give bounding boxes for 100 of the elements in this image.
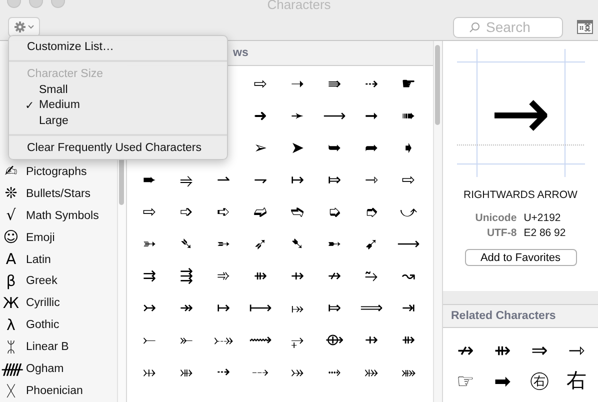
character-cell[interactable]: ⤻ xyxy=(390,195,427,227)
character-cell[interactable]: ⇾ xyxy=(558,334,595,365)
category-item[interactable]: Cyrillic xyxy=(26,297,60,310)
character-cell[interactable]: ⤚ xyxy=(131,323,168,355)
character-cell[interactable]: ⥤ xyxy=(168,163,205,195)
character-cell[interactable]: ➢ xyxy=(242,131,279,163)
character-cell[interactable]: ⤕ xyxy=(168,355,205,387)
character-cell[interactable]: ↦ xyxy=(205,291,242,323)
gear-menu-button[interactable] xyxy=(8,17,40,37)
category-item[interactable]: Linear B xyxy=(26,341,69,354)
character-cell[interactable]: ➝ xyxy=(279,67,316,99)
character-cell[interactable]: ➹ xyxy=(353,227,390,259)
character-cell[interactable]: ↛ xyxy=(316,259,353,291)
character-cell[interactable]: ⇶ xyxy=(168,259,205,291)
character-cell[interactable]: ➾ xyxy=(205,259,242,291)
character-cell[interactable]: ⤜ xyxy=(168,323,205,355)
character-cell[interactable]: ⇉ xyxy=(131,259,168,291)
character-cell[interactable]: ➵ xyxy=(205,227,242,259)
character-cell[interactable]: ⇾ xyxy=(353,163,390,195)
character-cell[interactable]: ↦ xyxy=(279,163,316,195)
character-cell[interactable]: ⟴ xyxy=(316,323,353,355)
character-cell[interactable]: ➭ xyxy=(316,195,353,227)
character-cell[interactable]: ➤ xyxy=(279,131,316,163)
category-item[interactable]: Latin xyxy=(26,254,51,266)
command-key-icon[interactable] xyxy=(577,20,593,34)
menu-item[interactable]: Customize List… xyxy=(9,39,227,54)
character-cell[interactable]: ㊨ xyxy=(521,365,558,396)
menu-item[interactable]: Large xyxy=(9,113,227,128)
character-cell[interactable]: ➳ xyxy=(131,227,168,259)
character-cell[interactable]: ⟶ xyxy=(390,227,427,259)
character-cell[interactable]: ➬ xyxy=(279,195,316,227)
character-cell[interactable]: ⤇ xyxy=(316,291,353,323)
character-cell[interactable]: ➮ xyxy=(353,195,390,227)
character-cell[interactable]: ↛ xyxy=(447,334,484,365)
character-cell[interactable]: ↠ xyxy=(168,291,205,323)
character-cell[interactable]: ⇸ xyxy=(279,259,316,291)
character-cell[interactable]: ⇁ xyxy=(242,163,279,195)
character-cell[interactable]: ⇻ xyxy=(390,323,427,355)
category-item[interactable]: Bullets/Stars xyxy=(26,188,91,200)
character-cell[interactable]: ➜ xyxy=(242,99,279,131)
character-cell[interactable]: ➛ xyxy=(279,99,316,131)
category-item[interactable]: Gothic xyxy=(26,319,60,332)
character-cell[interactable]: ⤔ xyxy=(131,355,168,387)
character-cell[interactable]: ⤖ xyxy=(279,355,316,387)
character-cell[interactable]: ⟹ xyxy=(353,291,390,323)
character-cell[interactable]: ⥲ xyxy=(353,259,390,291)
character-cell[interactable]: ⟶ xyxy=(316,99,353,131)
character-cell[interactable]: ⤘ xyxy=(390,355,427,387)
character-cell[interactable]: ➧ xyxy=(390,131,427,163)
character-cell[interactable]: ☛ xyxy=(390,67,427,99)
character-cell[interactable]: ⇀ xyxy=(205,163,242,195)
character-cell[interactable]: ⇻ xyxy=(242,259,279,291)
category-item[interactable]: Math Symbols xyxy=(26,210,99,222)
character-cell[interactable]: ⇢ xyxy=(205,355,242,387)
category-item[interactable]: Greek xyxy=(26,275,58,288)
character-cell[interactable]: ⇨ xyxy=(131,195,168,227)
character-cell[interactable]: ➶ xyxy=(242,227,279,259)
character-cell[interactable]: 右 xyxy=(558,365,595,396)
category-item[interactable]: Phoenician xyxy=(26,385,83,398)
character-cell[interactable]: ➪ xyxy=(205,195,242,227)
character-cell[interactable]: ➷ xyxy=(279,227,316,259)
character-cell[interactable]: ⇥ xyxy=(390,291,427,323)
character-cell[interactable]: ⟼ xyxy=(242,291,279,323)
scrollbar-thumb[interactable] xyxy=(435,45,440,125)
character-cell[interactable]: ⥅ xyxy=(279,323,316,355)
category-item[interactable]: Ogham xyxy=(26,363,64,376)
add-to-favorites-button[interactable]: Add to Favorites xyxy=(464,249,576,266)
character-cell[interactable]: ➞ xyxy=(353,99,390,131)
character-cell[interactable]: ➥ xyxy=(316,131,353,163)
character-cell[interactable]: ⇛ xyxy=(316,67,353,99)
character-cell[interactable]: ⤑ xyxy=(316,355,353,387)
search-field[interactable]: Search xyxy=(453,16,563,38)
character-cell[interactable]: ⇢ xyxy=(353,67,390,99)
character-cell[interactable]: ➫ xyxy=(242,195,279,227)
character-cell[interactable]: ➡ xyxy=(484,365,521,396)
character-cell[interactable]: ➴ xyxy=(168,227,205,259)
character-cell[interactable]: ⤏ xyxy=(242,355,279,387)
character-cell[interactable]: ⤇ xyxy=(316,163,353,195)
menu-item[interactable]: Clear Frequently Used Characters xyxy=(9,140,227,156)
character-cell[interactable]: ⟿ xyxy=(242,323,279,355)
character-cell[interactable]: ➠ xyxy=(390,99,427,131)
character-cell[interactable]: ⇨ xyxy=(390,163,427,195)
category-item[interactable]: Pictographs xyxy=(26,166,87,178)
character-cell[interactable]: ⇒ xyxy=(521,334,558,365)
character-cell[interactable]: ➨ xyxy=(131,163,168,195)
character-cell[interactable]: ⤅ xyxy=(279,291,316,323)
character-cell[interactable]: ➩ xyxy=(168,195,205,227)
character-cell[interactable]: ☞ xyxy=(447,365,484,396)
character-cell[interactable]: ⇻ xyxy=(484,334,521,365)
character-cell[interactable]: ➸ xyxy=(316,227,353,259)
character-cell[interactable]: ↣ xyxy=(131,291,168,323)
character-cell[interactable]: ⤗ xyxy=(353,355,390,387)
category-item[interactable]: Emoji xyxy=(26,232,55,244)
character-cell[interactable]: ⇸ xyxy=(353,323,390,355)
menu-item[interactable]: Small xyxy=(9,82,227,98)
character-cell[interactable]: ↝ xyxy=(390,259,427,291)
menu-item[interactable]: ✓ Medium xyxy=(9,98,227,113)
character-cell[interactable]: ⇨ xyxy=(242,67,279,99)
character-cell[interactable]: ➦ xyxy=(353,131,390,163)
character-cell[interactable]: ⤐ xyxy=(205,323,242,355)
